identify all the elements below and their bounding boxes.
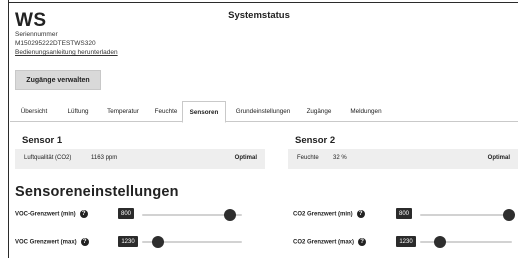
voc-max-label: VOC Grenzwert (max)? — [15, 238, 89, 246]
tab-overview[interactable]: Übersicht — [10, 101, 58, 122]
serial-value: M150295222DTESTWS320 — [15, 40, 96, 47]
voc-max-slider[interactable] — [142, 236, 242, 248]
tab-bar: Übersicht Lüftung Temperatur Feuchte Sen… — [10, 101, 518, 123]
sensor-2-value: 32 % — [333, 155, 347, 161]
tab-humidity[interactable]: Feuchte — [148, 101, 184, 122]
tab-messages[interactable]: Meldungen — [340, 101, 392, 122]
co2-min-slider[interactable] — [420, 209, 516, 221]
voc-min-slider-thumb[interactable] — [224, 209, 236, 221]
co2-max-slider[interactable] — [420, 236, 512, 248]
co2-min-slider-thumb[interactable] — [503, 209, 516, 221]
co2-max-label-text: CO2 Grenzwert (max) — [293, 239, 355, 246]
window-top-border — [9, 2, 518, 3]
help-icon[interactable]: ? — [80, 238, 89, 246]
window-left-border — [0, 0, 9, 258]
tab-ventilation[interactable]: Lüftung — [58, 101, 98, 122]
co2-min-label: CO2 Grenzwert (min)? — [293, 210, 365, 218]
tab-access[interactable]: Zugänge — [298, 101, 340, 122]
page-title: Systemstatus — [228, 10, 290, 21]
help-icon[interactable]: ? — [356, 210, 365, 218]
sensor-2-measure: Feuchte — [297, 155, 319, 161]
co2-max-label: CO2 Grenzwert (max)? — [293, 238, 367, 246]
co2-max-slider-thumb[interactable] — [434, 236, 447, 248]
sensor-1-title: Sensor 1 — [22, 135, 63, 146]
voc-min-slider[interactable] — [142, 209, 242, 221]
voc-max-value: 1230 — [118, 236, 138, 247]
sensor-2-status: Optimal — [487, 155, 510, 161]
voc-max-label-text: VOC Grenzwert (max) — [15, 239, 77, 246]
serial-label: Seriennummer — [15, 31, 58, 38]
co2-min-value: 800 — [396, 208, 412, 219]
voc-min-label-text: VOC-Grenzwert (min) — [15, 211, 76, 218]
voc-max-slider-thumb[interactable] — [152, 236, 164, 248]
voc-min-label: VOC-Grenzwert (min)? — [15, 210, 88, 218]
co2-max-value: 1230 — [396, 236, 416, 247]
sensor-1-value: 1163 ppm — [91, 155, 118, 161]
tab-temperature[interactable]: Temperatur — [98, 101, 148, 122]
tab-sensors[interactable]: Sensoren — [182, 101, 226, 123]
manual-download-link[interactable]: Bedienungsanleitung herunterladen — [15, 49, 118, 56]
sensor-2-row: Feuchte 32 % Optimal — [288, 149, 518, 169]
manage-access-button[interactable]: Zugänge verwalten — [15, 70, 101, 90]
voc-min-value: 800 — [118, 208, 134, 219]
co2-min-label-text: CO2 Grenzwert (min) — [293, 211, 353, 218]
sensor-1-row: Luftqualität (CO2) 1163 ppm Optimal — [15, 149, 265, 169]
sensor-2-title: Sensor 2 — [295, 135, 336, 146]
sensor-1-measure: Luftqualität (CO2) — [24, 155, 72, 161]
tab-basic-settings[interactable]: Grundeinstellungen — [228, 101, 298, 122]
sensor-settings-title: Sensoreneinstellungen — [15, 184, 179, 200]
help-icon[interactable]: ? — [358, 238, 367, 246]
help-icon[interactable]: ? — [79, 210, 88, 218]
sensor-1-status: Optimal — [234, 155, 257, 161]
